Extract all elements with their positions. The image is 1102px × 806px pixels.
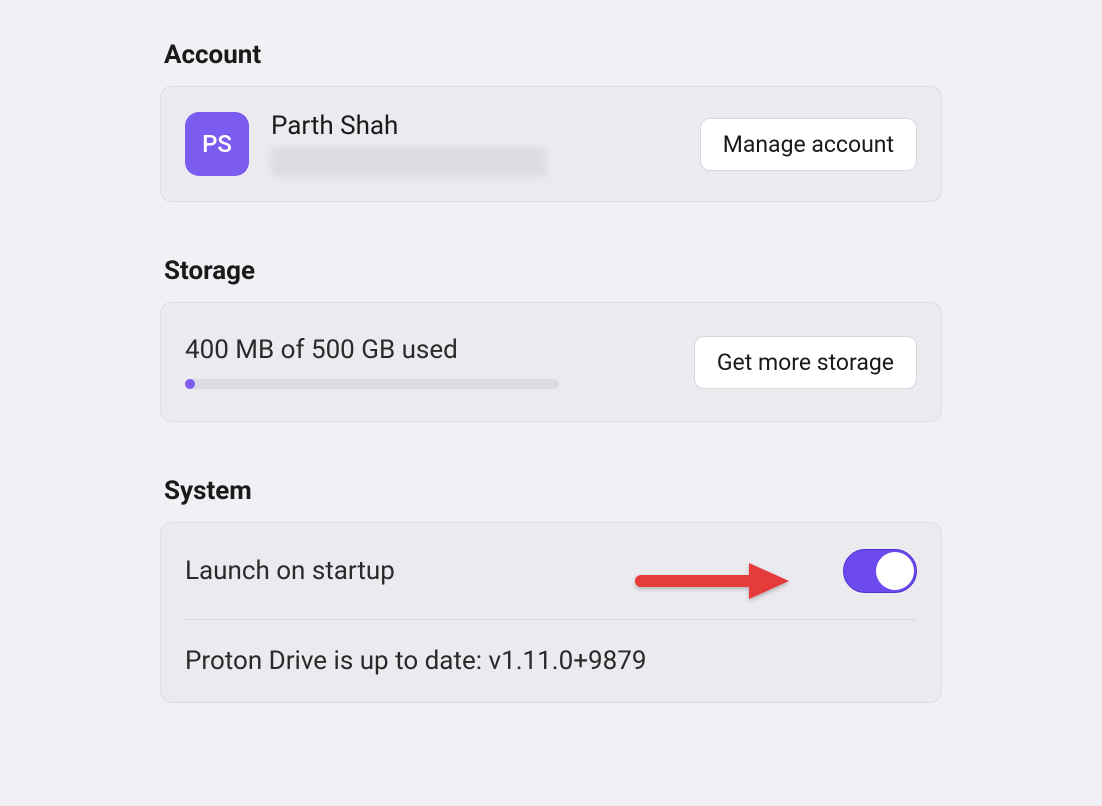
account-card: PS Parth Shah Manage account [160, 86, 942, 202]
system-card: Launch on startup Proton Drive is up to … [160, 522, 942, 703]
storage-progress-bar [185, 379, 559, 389]
launch-on-startup-row: Launch on startup [185, 523, 917, 620]
launch-on-startup-label: Launch on startup [185, 556, 395, 586]
avatar: PS [185, 112, 249, 176]
get-more-storage-button[interactable]: Get more storage [694, 336, 917, 389]
update-status-row: Proton Drive is up to date: v1.11.0+9879 [185, 620, 917, 702]
account-email-redacted [271, 147, 546, 177]
storage-progress-fill [185, 379, 195, 389]
update-status-text: Proton Drive is up to date: v1.11.0+9879 [185, 646, 646, 676]
storage-row: 400 MB of 500 GB used Get more storage [161, 303, 941, 421]
avatar-initials: PS [202, 130, 232, 158]
storage-card: 400 MB of 500 GB used Get more storage [160, 302, 942, 422]
account-section-title: Account [164, 40, 942, 70]
storage-info: 400 MB of 500 GB used [185, 335, 694, 389]
storage-usage-text: 400 MB of 500 GB used [185, 335, 694, 365]
manage-account-button[interactable]: Manage account [700, 118, 917, 171]
toggle-knob [876, 552, 914, 590]
account-info: Parth Shah [271, 111, 700, 177]
account-row: PS Parth Shah Manage account [161, 87, 941, 201]
account-name: Parth Shah [271, 111, 700, 141]
system-section-title: System [164, 476, 942, 506]
launch-on-startup-toggle[interactable] [843, 549, 917, 593]
storage-section-title: Storage [164, 256, 942, 286]
